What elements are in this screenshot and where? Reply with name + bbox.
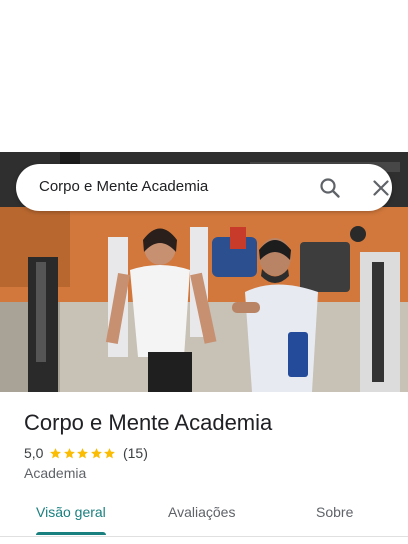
rating-value: 5,0 — [24, 445, 44, 461]
tab-about[interactable]: Sobre — [316, 504, 353, 520]
tab-overview[interactable]: Visão geral — [36, 504, 106, 520]
search-icon[interactable] — [318, 176, 342, 200]
rating-row[interactable]: 5,0 (15) — [24, 444, 148, 462]
star-icon — [104, 447, 116, 458]
search-input[interactable]: Corpo e Mente Academia — [39, 178, 208, 195]
tab-bar: Visão geral Avaliações Sobre — [0, 494, 408, 536]
star-icon — [91, 447, 102, 458]
star-rating — [49, 447, 117, 460]
place-category[interactable]: Academia — [24, 465, 86, 481]
place-title: Corpo e Mente Academia — [24, 410, 273, 435]
active-tab-indicator — [36, 532, 106, 535]
star-icon — [50, 447, 62, 458]
divider — [0, 536, 408, 537]
tab-reviews[interactable]: Avaliações — [168, 504, 235, 520]
star-icon — [64, 447, 75, 458]
star-icon — [77, 447, 89, 458]
close-icon[interactable] — [369, 176, 393, 200]
search-bar[interactable]: Corpo e Mente Academia — [16, 164, 392, 211]
review-count[interactable]: (15) — [123, 445, 148, 461]
